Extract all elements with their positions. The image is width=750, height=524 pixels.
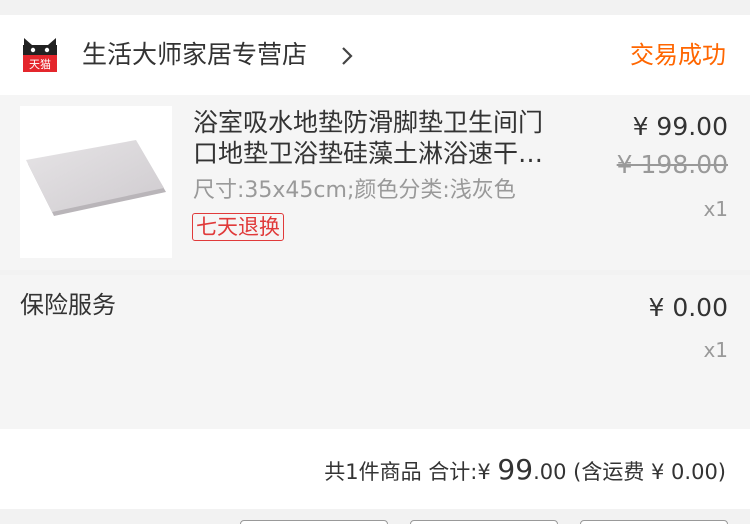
total-prefix: 共1件商品 合计:	[324, 460, 478, 484]
store-name[interactable]: 生活大师家居专营店	[82, 39, 307, 71]
insurance-label: 保险服务	[20, 291, 116, 319]
product-original-price: ¥ 198.00	[616, 150, 728, 179]
chevron-right-icon[interactable]	[336, 43, 358, 69]
insurance-price: ¥ 0.00	[648, 293, 728, 322]
store-header[interactable]: 天猫 生活大师家居专营店 交易成功	[0, 15, 750, 95]
total-summary: 共1件商品 合计:¥ 99.00 (含运费 ¥ 0.00)	[324, 453, 726, 489]
total-shipping: (含运费 ¥ 0.00)	[566, 460, 726, 484]
action-button-1[interactable]	[240, 520, 388, 524]
action-button-3[interactable]	[580, 520, 728, 524]
insurance-item[interactable]: 保险服务 ¥ 0.00 x1	[0, 275, 750, 429]
product-item[interactable]: 浴室吸水地垫防滑脚垫卫生间门 口地垫卫浴垫硅藻土淋浴速干… 尺寸:35x45cm…	[0, 95, 750, 270]
product-thumbnail[interactable]	[20, 106, 172, 258]
insurance-quantity: x1	[703, 338, 728, 362]
action-button-2[interactable]	[410, 520, 558, 524]
return-policy-tag: 七天退换	[192, 213, 284, 241]
logo-text: 天猫	[29, 58, 51, 71]
tmall-cat-icon: 天猫	[23, 38, 57, 72]
product-sku: 尺寸:35x45cm;颜色分类:浅灰色	[193, 178, 516, 203]
order-total: 共1件商品 合计:¥ 99.00 (含运费 ¥ 0.00)	[0, 429, 750, 509]
bath-mat-image	[26, 140, 166, 216]
total-amount-dec: .00	[533, 460, 567, 484]
total-amount-int: 99	[497, 453, 534, 486]
product-title-line-2[interactable]: 口地垫卫浴垫硅藻土淋浴速干…	[193, 139, 543, 169]
order-status: 交易成功	[630, 41, 726, 69]
order-detail-page: 天猫 生活大师家居专营店 交易成功 浴室吸水地垫防滑脚垫卫生间门 口地垫卫浴垫硅…	[0, 0, 750, 524]
total-currency: ¥	[477, 460, 498, 484]
product-price: ¥ 99.00	[632, 112, 728, 141]
product-quantity: x1	[703, 197, 728, 221]
product-title-line-1[interactable]: 浴室吸水地垫防滑脚垫卫生间门	[193, 108, 543, 138]
